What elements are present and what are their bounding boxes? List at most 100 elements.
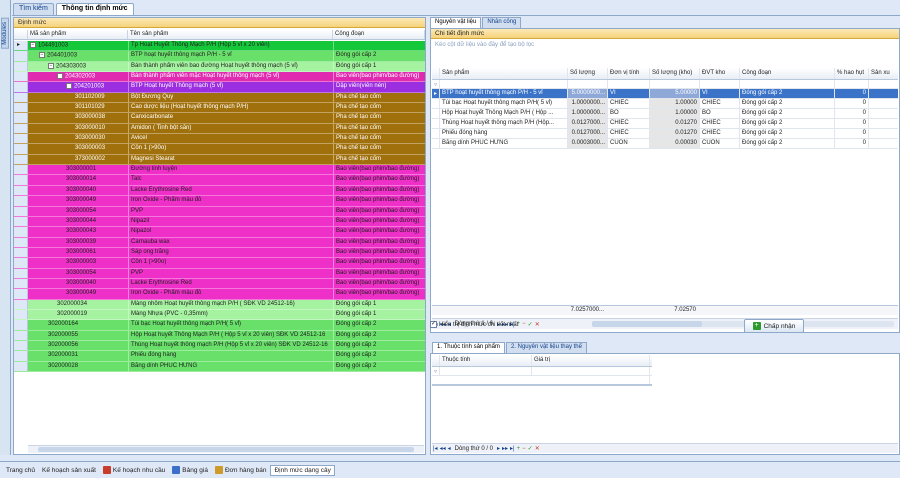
- row-indicator[interactable]: [14, 154, 28, 165]
- tree-row[interactable]: 303000030 Avicel Pha chế tạo cốm: [14, 134, 425, 145]
- group-filter-hint[interactable]: Kéo cột dữ liệu vào đây để tạo bộ lọc: [431, 39, 899, 56]
- filter-cell[interactable]: [568, 80, 608, 88]
- tree-row[interactable]: −204302003 Bán thành phẩm viên mặc Hoạt h…: [14, 72, 425, 83]
- grid-scrollbar-thumb[interactable]: [592, 321, 702, 327]
- tree-row[interactable]: 302000034 Màng nhôm Hoạt huyết thông mạch…: [14, 299, 425, 310]
- accept-button[interactable]: + Chấp nhận: [744, 319, 804, 333]
- material-row[interactable]: Phiếu đóng hàng 0.0127000... CHIEC 0.01270 C…: [432, 129, 898, 139]
- tree-row[interactable]: 373000002 Magnesi Stearat Pha chế tạo cốm: [14, 154, 425, 166]
- tree-row[interactable]: 303000044 Nipazil Bao viên(bao phim/bao đư…: [14, 216, 425, 228]
- collapse-icon[interactable]: −: [48, 62, 54, 69]
- tree-row[interactable]: 302000056 Thùng Hoạt huyết thông mạch P/H…: [14, 340, 425, 352]
- row-indicator[interactable]: [14, 278, 28, 289]
- row-indicator[interactable]: [14, 237, 28, 247]
- tree-row[interactable]: 303000043 Nipazol Bao viên(bao phim/bao đư…: [14, 227, 425, 238]
- cancel-edit-icon[interactable]: ✕: [535, 321, 540, 328]
- tree-row[interactable]: 303000061 Sáp ong trắng Bao viên(bao phim/…: [14, 247, 425, 259]
- row-indicator[interactable]: [14, 289, 28, 299]
- save-record-icon[interactable]: ✓: [528, 321, 533, 328]
- tree-row[interactable]: −204303003 Bán thành phẩm viên bao đường …: [14, 61, 425, 73]
- prev-page-icon[interactable]: ◂◂: [440, 445, 446, 452]
- taskbar-item[interactable]: Bảng giá: [169, 465, 211, 475]
- row-indicator[interactable]: [432, 109, 440, 118]
- tree-row[interactable]: −204401003 BTP hoạt huyết thông mạch P/H …: [14, 51, 425, 62]
- tab-materials[interactable]: Nguyên vật liệu: [430, 17, 482, 28]
- tree-row[interactable]: 302000028 Băng dính PHÚC HƯNG Đóng gói cấp…: [14, 361, 425, 372]
- collapse-icon[interactable]: −: [66, 83, 72, 90]
- col-stage[interactable]: Công đoạn: [333, 30, 425, 39]
- taskbar-item[interactable]: Định mức dạng cây: [270, 464, 335, 476]
- col-header[interactable]: Số lượng (kho): [650, 68, 700, 79]
- tab-substitute-materials[interactable]: 2. Nguyên vật liệu thay thế: [505, 342, 587, 353]
- tree-row[interactable]: 302000055 Hộp Hoạt huyết Thông Mạch P/H (…: [14, 330, 425, 341]
- material-row[interactable]: Băng dính PHÚC HƯNG 0.0003000... CUON 0.000…: [432, 139, 898, 149]
- row-indicator[interactable]: [14, 216, 28, 227]
- next-page-icon[interactable]: ▸▸: [502, 445, 508, 452]
- row-indicator[interactable]: [432, 99, 440, 108]
- tree-horizontal-scrollbar[interactable]: [28, 445, 424, 453]
- material-row[interactable]: Túi bạc Hoạt huyết thông mạch P/H( 5 vỉ)…: [432, 99, 898, 109]
- row-indicator[interactable]: [14, 351, 28, 361]
- col-product-code[interactable]: Mã sản phẩm: [28, 30, 128, 39]
- tree-row[interactable]: 303000049 Iron Oxide - Phẩm màu đỏ Bao viê…: [14, 289, 425, 300]
- row-indicator[interactable]: [14, 361, 28, 371]
- filter-cell[interactable]: [835, 80, 869, 88]
- row-indicator[interactable]: [14, 134, 28, 144]
- tree-row[interactable]: 303000054 PVP Bao viên(bao phim/bao đường): [14, 206, 425, 217]
- tree-row[interactable]: 303000038 Canxicarbonate Pha chế tạo cốm: [14, 113, 425, 124]
- col-header[interactable]: Công đoạn: [740, 68, 835, 79]
- grid-horizontal-scrollbar[interactable]: [592, 321, 894, 327]
- material-row[interactable]: ▸ BTP hoạt huyết thông mạch P/H - 5 vỉ 5.0…: [432, 89, 898, 99]
- filter-cell[interactable]: [650, 80, 700, 88]
- tree-row[interactable]: 303000054 PVP Bao viên(bao phim/bao đường): [14, 268, 425, 279]
- tree-row[interactable]: 303000003 Cồn 1 (>90o) Pha chế tạo cốm: [14, 144, 425, 155]
- col-header[interactable]: % hao hụt: [835, 68, 869, 79]
- row-indicator[interactable]: [14, 61, 28, 72]
- filter-cell[interactable]: [700, 80, 740, 88]
- tree-row[interactable]: 303000039 Carnauba wax Bao viên(bao phim/b…: [14, 237, 425, 248]
- taskbar-item[interactable]: Trang chủ: [3, 466, 38, 475]
- save-record-icon[interactable]: ✓: [528, 445, 533, 452]
- row-indicator[interactable]: [14, 185, 28, 196]
- row-indicator[interactable]: [14, 206, 28, 216]
- tree-row[interactable]: 302000019 Màng Nhựa (PVC - 0,35mm) Đóng gó…: [14, 309, 425, 321]
- delete-record-icon[interactable]: −: [522, 446, 526, 452]
- filter-cell[interactable]: [740, 80, 835, 88]
- filter-attribute-cell[interactable]: [440, 367, 532, 375]
- row-indicator[interactable]: [14, 320, 28, 330]
- filter-cell[interactable]: [869, 80, 900, 88]
- filter-cell[interactable]: [608, 80, 650, 88]
- tree-row[interactable]: 301101029 Cao dược liệu (Hoạt huyết thông…: [14, 103, 425, 114]
- tree-row[interactable]: 303000049 Iron Oxide - Phẩm màu đỏ Bao viê…: [14, 196, 425, 207]
- tree-row[interactable]: 303000001 Đường tinh luyện Bao viên(bao ph…: [14, 165, 425, 176]
- first-record-icon[interactable]: |◂: [433, 445, 438, 452]
- tree-row[interactable]: ▸ −104491003 Tp Hoạt Huyết Thông Mạch P/H …: [14, 41, 425, 52]
- filter-cell[interactable]: [440, 80, 568, 88]
- row-indicator[interactable]: [14, 247, 28, 258]
- row-indicator[interactable]: [14, 340, 28, 351]
- modules-side-tab[interactable]: Modules: [0, 0, 11, 455]
- col-header[interactable]: Số lượng: [568, 68, 608, 79]
- delete-record-icon[interactable]: −: [522, 321, 526, 327]
- row-indicator[interactable]: [14, 227, 28, 237]
- tree-row[interactable]: 302000164 Túi bạc Hoạt huyết thông mạch P…: [14, 320, 425, 331]
- col-header[interactable]: Sản xu: [869, 68, 900, 79]
- tab-search[interactable]: Tìm kiếm: [13, 3, 54, 15]
- material-filter-row[interactable]: ▿: [432, 80, 898, 89]
- row-indicator[interactable]: [14, 51, 28, 61]
- add-record-icon[interactable]: +: [517, 446, 521, 452]
- cancel-edit-icon[interactable]: ✕: [535, 445, 540, 452]
- col-value[interactable]: Giá trị: [532, 355, 650, 366]
- tab-labor[interactable]: Nhân công: [482, 17, 522, 28]
- row-indicator[interactable]: [432, 139, 440, 148]
- show-latest-option[interactable]: ✓ Hiển thị định mức chi tiết nhất: [430, 321, 518, 328]
- tree-row[interactable]: −204201003 BTP Hoạt huyết Thông mạch (5 v…: [14, 82, 425, 93]
- col-attribute[interactable]: Thuộc tính: [440, 355, 532, 366]
- col-header[interactable]: Sản phẩm: [440, 68, 568, 79]
- last-record-icon[interactable]: ▸|: [510, 445, 515, 452]
- tree-row[interactable]: 303000003 Cồn 1 (>90o) Bao viên(bao phim/b…: [14, 258, 425, 269]
- col-product-name[interactable]: Tên sản phẩm: [128, 30, 333, 39]
- tab-norm-info[interactable]: Thông tin định mức: [55, 3, 134, 15]
- material-row[interactable]: Hộp Hoạt huyết Thông Mạch P/H ( Hộp ... 1…: [432, 109, 898, 119]
- prev-record-icon[interactable]: ◂: [448, 445, 451, 452]
